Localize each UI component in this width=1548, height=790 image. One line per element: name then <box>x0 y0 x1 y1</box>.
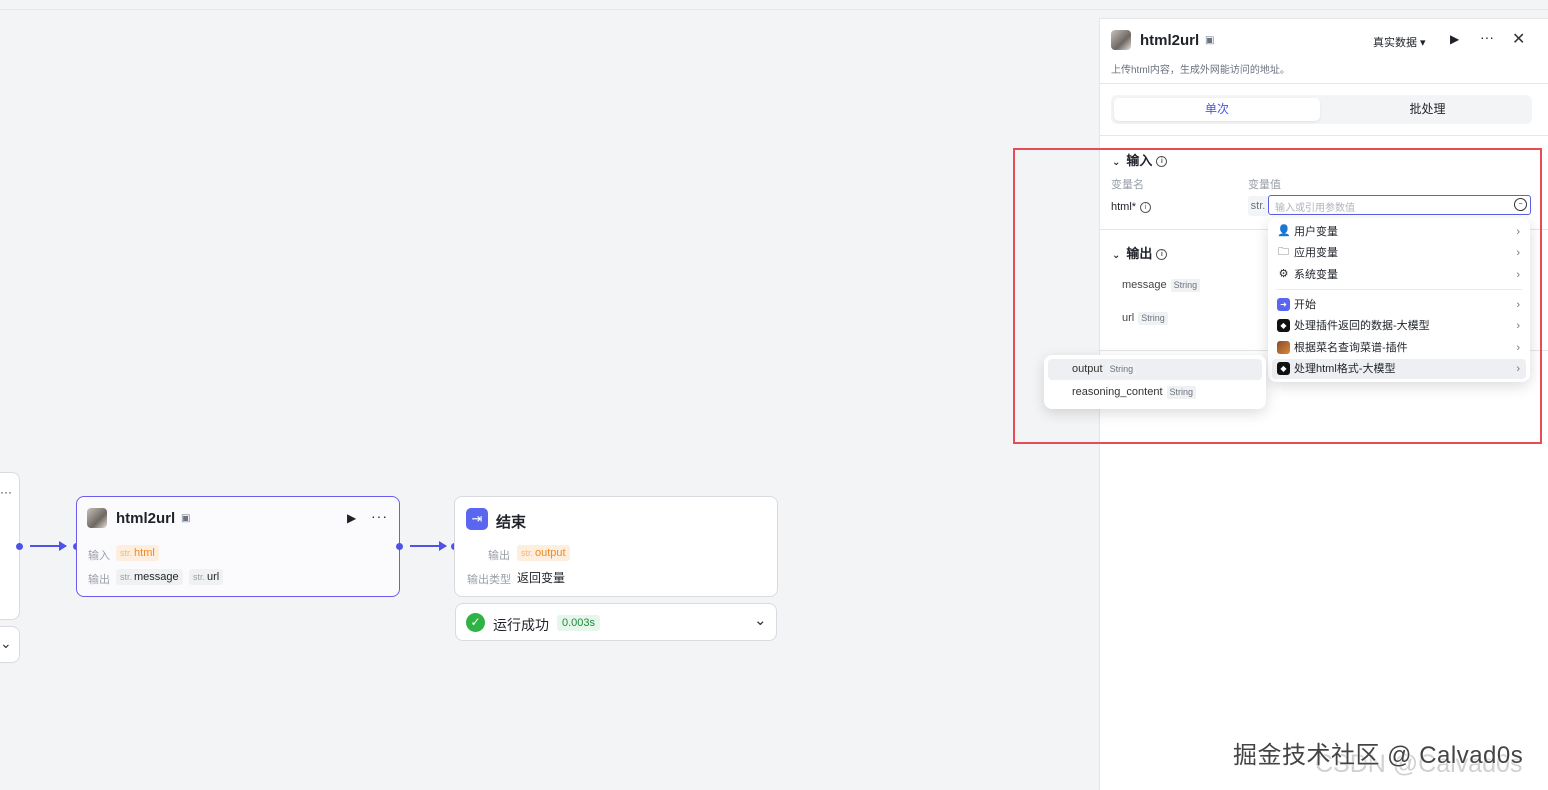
more-icon[interactable]: ··· <box>0 485 12 499</box>
input-label: 输入 <box>88 550 110 562</box>
plugin-avatar-icon <box>87 508 107 528</box>
output-port[interactable] <box>16 543 23 550</box>
success-check-icon: ✓ <box>466 613 485 632</box>
llm-node-icon: ◆ <box>1277 362 1290 375</box>
close-icon[interactable]: ✕ <box>1512 29 1525 49</box>
divider <box>1100 135 1548 136</box>
menu-item-system-variables[interactable]: ⚙ 系统变量 › <box>1272 265 1526 285</box>
data-mode-select[interactable]: 真实数据 ▾ <box>1373 34 1426 50</box>
more-icon[interactable]: ··· <box>371 508 388 524</box>
chevron-down-icon: ⌄ <box>1112 157 1121 168</box>
gear-icon: ⚙ <box>1278 268 1289 280</box>
chevron-down-icon[interactable]: ⌄ <box>754 611 767 629</box>
connection-edge <box>30 541 67 551</box>
col-value-header: 变量值 <box>1248 179 1281 191</box>
output-row: message String <box>1122 279 1201 292</box>
panel-title: html2url <box>1140 32 1200 49</box>
param-name: html* i <box>1111 201 1152 213</box>
chevron-down-icon: ⌄ <box>1112 250 1121 261</box>
run-icon[interactable]: ▶ <box>1450 32 1459 46</box>
output-type-value: 返回变量 <box>517 571 566 585</box>
node-title: 结束 <box>496 514 527 531</box>
menu-divider <box>1276 289 1522 290</box>
param-value-input[interactable]: 输入或引用参数值 − <box>1268 195 1531 215</box>
tab-single[interactable]: 单次 <box>1114 98 1320 121</box>
input-section-header[interactable]: ⌄ 输入 i <box>1112 150 1168 169</box>
folder-icon: 🗀 <box>1278 246 1289 258</box>
submenu-item-output[interactable]: output String <box>1048 359 1262 380</box>
param-value-placeholder: 输入或引用参数值 <box>1275 203 1355 214</box>
mode-tabs: 单次 批处理 <box>1111 95 1532 124</box>
run-status-bar[interactable]: ✓ 运行成功 0.003s ⌄ <box>455 603 777 641</box>
plugin-badge-icon: ▣ <box>181 513 191 524</box>
param-type-prefix: str. <box>1248 196 1268 216</box>
output-row: url String <box>1122 312 1168 325</box>
info-icon: i <box>1156 249 1168 261</box>
previous-node-status[interactable]: ⌄ <box>0 626 20 663</box>
run-status-label: 运行成功 <box>493 617 549 633</box>
info-icon: i <box>1156 156 1168 168</box>
output-tag-message: str. message <box>116 569 183 585</box>
menu-item-llm-html-format[interactable]: ◆ 处理html格式-大模型 › <box>1272 359 1526 379</box>
output-type-label: 输出类型 <box>467 574 511 586</box>
node-title: html2url <box>116 510 176 527</box>
reference-icon[interactable]: − <box>1514 198 1527 211</box>
chevron-down-icon[interactable]: ⌄ <box>0 635 12 652</box>
output-label: 输出 <box>488 550 510 562</box>
menu-item-start[interactable]: ➜ 开始 › <box>1272 295 1526 315</box>
output-section-header[interactable]: ⌄ 输出 i <box>1112 243 1168 262</box>
menu-item-llm-process-plugin-data[interactable]: ◆ 处理插件返回的数据-大模型 › <box>1272 316 1526 336</box>
info-icon: i <box>1140 201 1152 213</box>
plugin-badge-icon: ▣ <box>1205 35 1215 46</box>
html2url-node[interactable]: html2url ▣ ▶ ··· 输入 str. html 输出 str. mess… <box>76 496 400 597</box>
end-icon: ⇥ <box>466 508 488 530</box>
watermark: 掘金技术社区 @ Calvad0s <box>1233 742 1524 769</box>
run-icon[interactable]: ▶ <box>347 511 356 525</box>
plugin-avatar-icon <box>1111 30 1131 50</box>
more-icon[interactable]: ··· <box>1480 29 1494 45</box>
start-node-icon: ➜ <box>1277 298 1290 311</box>
panel-description: 上传html内容，生成外网能访问的地址。 <box>1111 65 1290 76</box>
input-tag: str. html <box>116 545 159 561</box>
end-node[interactable]: ⇥ 结束 输出 str. output 输出类型 返回变量 <box>454 496 778 597</box>
top-divider <box>0 9 1548 10</box>
menu-item-app-variables[interactable]: 🗀 应用变量 › <box>1272 243 1526 263</box>
output-port[interactable] <box>396 543 403 550</box>
reference-menu: 👤 用户变量 › 🗀 应用变量 › ⚙ 系统变量 › ➜ 开始 › ◆ 处理插件返回的数据-大模型… <box>1268 218 1530 382</box>
output-tag: str. output <box>517 545 570 561</box>
menu-item-user-variables[interactable]: 👤 用户变量 › <box>1272 222 1526 242</box>
plugin-node-icon <box>1277 341 1290 354</box>
output-tag-url: str. url <box>189 569 224 585</box>
submenu-item-reasoning-content[interactable]: reasoning_content String <box>1048 382 1262 403</box>
tab-batch[interactable]: 批处理 <box>1326 98 1529 121</box>
output-label: 输出 <box>88 574 110 586</box>
variable-submenu: output String reasoning_content String <box>1044 355 1266 409</box>
col-name-header: 变量名 <box>1111 179 1144 191</box>
run-time-badge: 0.003s <box>557 615 601 631</box>
divider <box>1100 83 1548 84</box>
llm-node-icon: ◆ <box>1277 319 1290 332</box>
menu-item-recipe-plugin[interactable]: 根据菜名查询菜谱-插件 › <box>1272 338 1526 358</box>
user-icon: 👤 <box>1277 225 1291 237</box>
connection-edge <box>410 541 447 551</box>
